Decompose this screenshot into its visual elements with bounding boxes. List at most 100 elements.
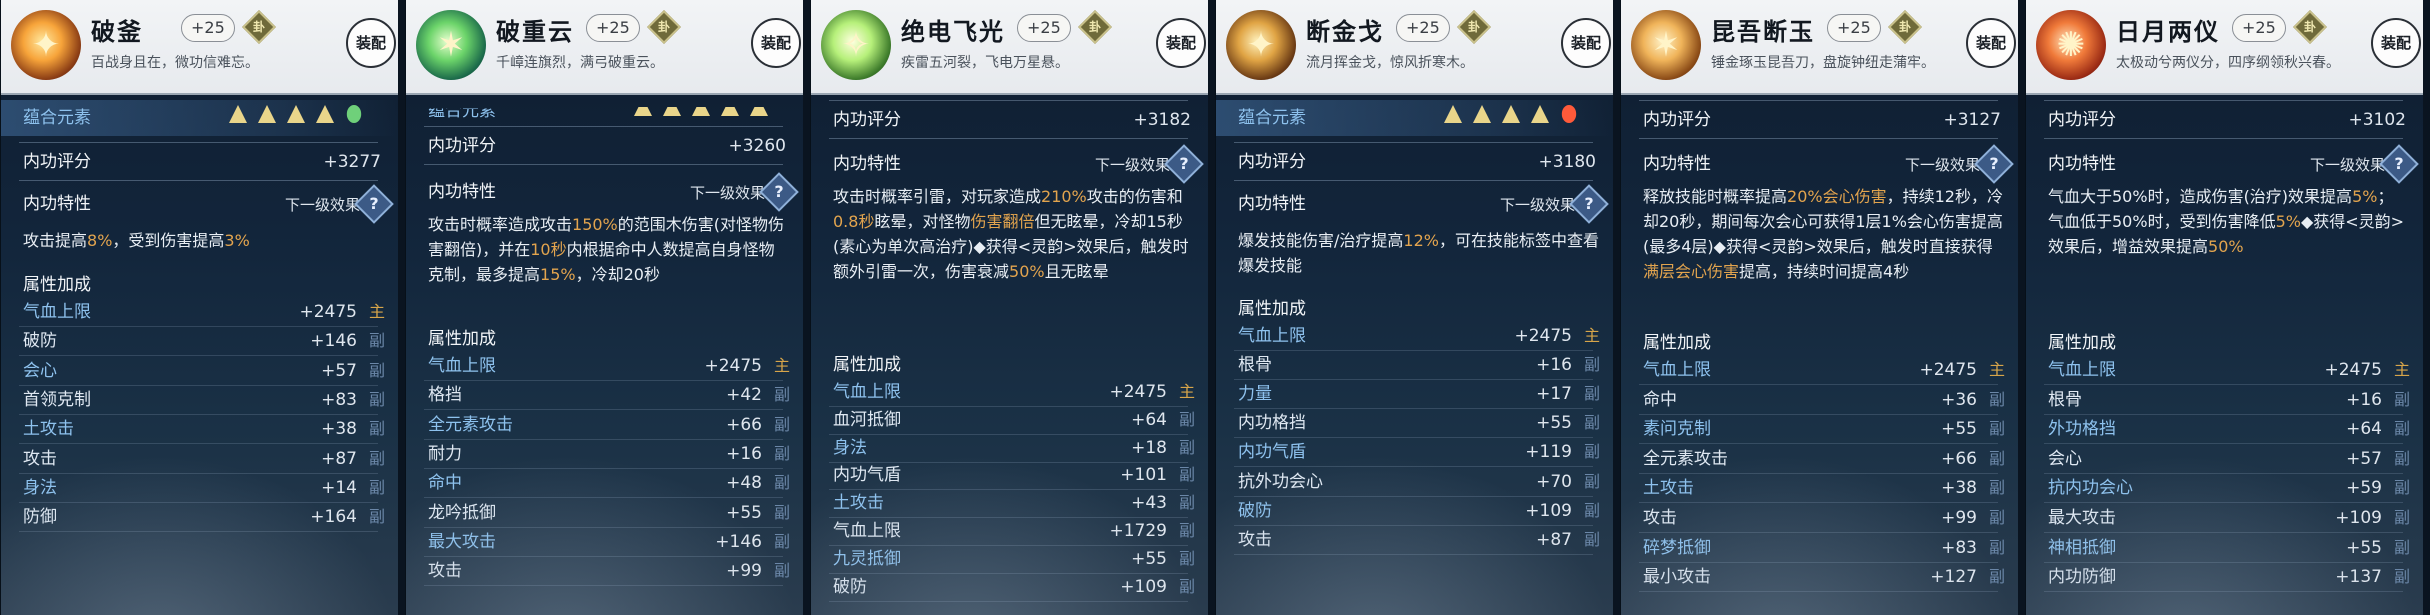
attr-value: +2475	[1919, 360, 1977, 380]
rune-element-icon	[258, 105, 276, 123]
equip-button[interactable]: 装配	[2371, 18, 2421, 68]
main-attr-tag: 主	[1988, 360, 2005, 379]
equip-button[interactable]: 装配	[1156, 18, 1206, 68]
trait-highlight-value: 210%	[1041, 187, 1087, 206]
attr-value: +87	[321, 448, 357, 469]
rune-element-icon	[634, 107, 652, 116]
attr-label: 内功格挡	[1238, 413, 1306, 434]
divider	[19, 180, 378, 181]
lightning-spear-icon: ✧	[821, 10, 891, 80]
gem-socket-glyph: 卦	[1088, 20, 1101, 34]
weapon-header: ✧ 绝电飞光 +25 卦疾雷五河裂，飞电万星悬。 装配	[811, 0, 1208, 95]
score-label: 内功评分	[428, 136, 496, 156]
attr-value: +137	[2335, 567, 2382, 588]
divider	[1234, 142, 1593, 143]
attr-value: +70	[1536, 471, 1572, 492]
next-level-effect-link[interactable]: 下一级效果	[1905, 154, 1980, 175]
attr-row: 身法 +18 副	[811, 434, 1208, 462]
attr-row: 气血上限 +2475 主	[1, 298, 398, 326]
weapon-panel: ✺ 日月两仪 +25 卦太极动兮两仪分，四序纲领秋兴春。 装配 内功评分 +3102 内功特性…	[2025, 0, 2423, 615]
trait-highlight-value: 满层会心伤害	[1643, 262, 1740, 281]
attr-value: +87	[1536, 529, 1572, 550]
attr-row: 会心 +57 副	[2026, 445, 2423, 473]
sub-attr-tag: 副	[368, 477, 385, 497]
attr-value: +109	[2335, 508, 2382, 528]
trait-text: 攻击的伤害和	[1086, 187, 1183, 206]
trait-description: 释放技能时概率提高20%会心伤害，持续12秒，冷却20秒，期间每次会心可获得1层…	[1643, 184, 2004, 284]
equip-button[interactable]: 装配	[1561, 18, 1611, 68]
trait-text: 眩晕，对怪物	[874, 212, 971, 231]
attr-value: +14	[321, 477, 357, 498]
sub-attr-tag: 副	[1988, 508, 2005, 527]
next-level-effect-link[interactable]: 下一级效果	[1500, 194, 1575, 215]
attr-value: +146	[310, 331, 357, 352]
gem-socket-icon: 卦	[1078, 10, 1112, 44]
attr-label: 气血上限	[833, 521, 901, 541]
sub-attr-tag: 副	[2393, 448, 2410, 468]
score-value: +3260	[728, 136, 786, 156]
divider	[1639, 591, 1998, 593]
attr-value: +16	[2346, 389, 2382, 410]
attr-label: 外功格挡	[2048, 419, 2116, 440]
weapon-motto: 太极动兮两仪分，四序纲领秋兴春。	[2116, 55, 2340, 71]
score-label: 内功评分	[23, 152, 91, 172]
trait-text: 提高，持续时间提高4秒	[1739, 262, 1910, 281]
trait-label: 内功特性	[428, 182, 496, 202]
sub-attr-tag: 副	[1988, 537, 2005, 557]
attr-bonus-heading: 属性加成	[2048, 333, 2116, 353]
trait-text: ，受到伤害提高	[112, 231, 225, 250]
jade-saber-icon-glyph: ✶	[1651, 25, 1681, 65]
gem-socket-icon: 卦	[1888, 10, 1922, 44]
next-level-effect-link[interactable]: 下一级效果	[1095, 154, 1170, 175]
attr-value: +119	[1525, 442, 1572, 463]
attr-label: 命中	[428, 473, 462, 494]
sub-attr-tag: 副	[368, 389, 385, 409]
next-level-effect-link[interactable]: 下一级效果	[285, 194, 360, 215]
attr-value: +48	[726, 473, 762, 494]
attr-label: 内功气盾	[833, 465, 901, 486]
trait-highlight-value: 伤害翻倍	[970, 212, 1035, 231]
rune-element-icon	[721, 107, 739, 116]
attr-row: 内功防御 +137 副	[2026, 563, 2423, 591]
attr-label: 全元素攻击	[428, 414, 513, 435]
trait-highlight-value: 5%	[2352, 187, 2378, 206]
equip-button[interactable]: 装配	[346, 18, 396, 68]
attr-value: +55	[1131, 548, 1167, 569]
divider	[829, 100, 1188, 101]
attr-label: 防御	[23, 507, 57, 528]
element-gems	[229, 105, 363, 123]
weapon-header: ✦ 破釜 +25 卦百战身且在，微功信难忘。 装配	[1, 0, 398, 95]
next-level-effect-link[interactable]: 下一级效果	[2310, 154, 2385, 175]
enhance-level-badge: +25	[1396, 14, 1450, 42]
attr-row: 外功格挡 +64 副	[2026, 415, 2423, 443]
help-glyph: ?	[1179, 154, 1189, 173]
sub-attr-tag: 副	[773, 502, 790, 522]
attr-bonus-heading: 属性加成	[428, 329, 496, 349]
score-label: 内功评分	[833, 110, 901, 130]
next-level-effect-link[interactable]: 下一级效果	[690, 182, 765, 203]
jade-bow-icon-glyph: ✶	[436, 25, 466, 65]
enhance-level-badge: +25	[586, 14, 640, 42]
attr-row: 耐力 +16 副	[406, 440, 803, 468]
attr-value: +55	[726, 502, 762, 523]
sub-attr-tag: 副	[2393, 508, 2410, 527]
trait-highlight-value: 50%	[1009, 262, 1045, 281]
attr-value: +2475	[1514, 326, 1572, 346]
attr-bonus-heading: 属性加成	[833, 355, 901, 375]
trait-text: 且无眩晕	[1044, 262, 1109, 281]
weapon-header: ✶ 破重云 +25 卦千嶂连旗烈，满弓破重云。 装配	[406, 0, 803, 95]
equip-button[interactable]: 装配	[751, 18, 801, 68]
enhance-level-badge: +25	[1827, 14, 1881, 42]
sub-attr-tag: 副	[773, 531, 790, 551]
trait-highlight-value: 3%	[224, 231, 250, 250]
help-glyph: ?	[1584, 194, 1594, 213]
lightning-spear-icon-glyph: ✧	[841, 25, 871, 65]
equip-button[interactable]: 装配	[1966, 18, 2016, 68]
attr-label: 会心	[23, 360, 57, 381]
attr-row: 土攻击 +43 副	[811, 489, 1208, 517]
gem-socket-glyph: 卦	[657, 20, 670, 34]
trait-description: 爆发技能伤害/治疗提高12%，可在技能标签中查看爆发技能	[1238, 228, 1599, 278]
attr-bonus-heading: 属性加成	[23, 275, 91, 295]
rune-element-icon	[1502, 105, 1520, 123]
help-glyph: ?	[1989, 154, 1999, 173]
